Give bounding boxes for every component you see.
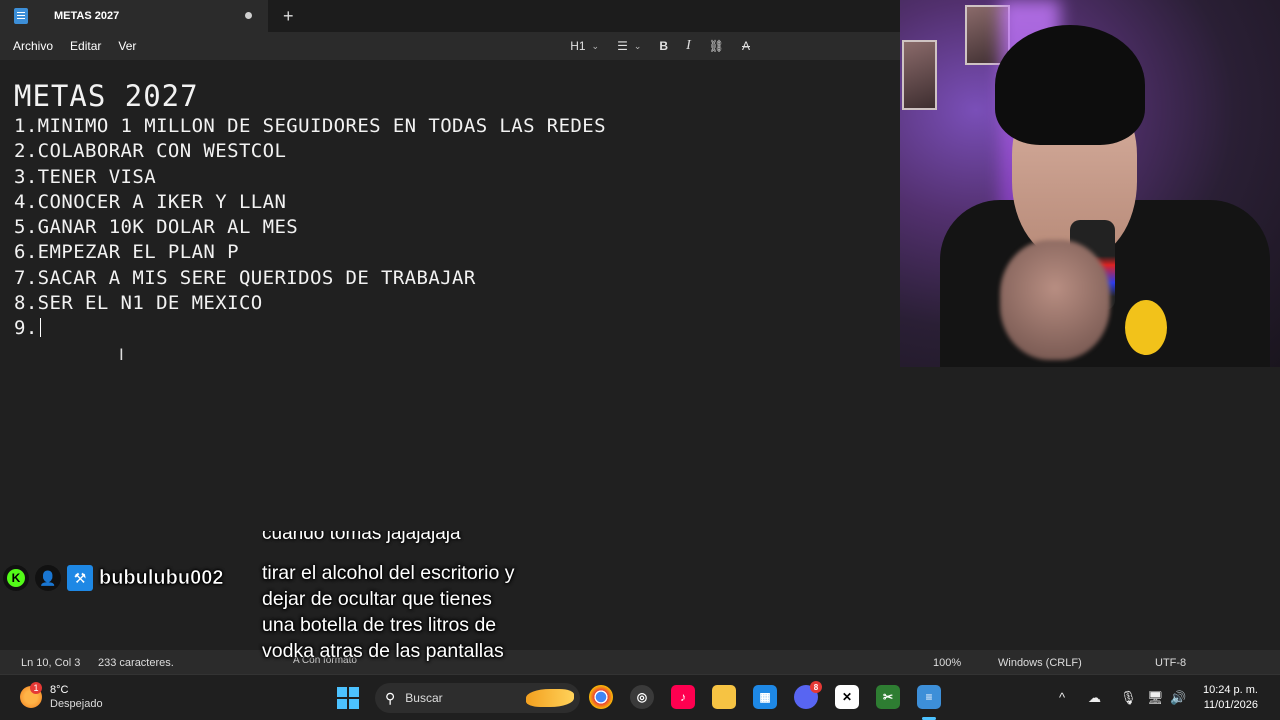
menu-bar: Archivo Editar Ver H1 ⌄ ☰ ⌄ B I ⛓ A [0,32,900,60]
bold-icon: B [659,39,669,53]
clock-time: 10:24 p. m. [1202,684,1258,696]
weather-temperature: 8°C [50,684,69,696]
goal-line: 5.GANAR 10K DOLAR AL MES [14,216,299,239]
capcut-icon[interactable]: ✕ [835,685,859,709]
clear-format-button[interactable]: A [742,39,750,53]
new-tab-button[interactable]: + [283,0,294,32]
user-icon: 👤 [35,565,61,591]
goal-line: 7.SACAR A MIS SERE QUERIDOS DE TRABAJAR [14,266,476,289]
text-caret [39,318,41,338]
notepad-taskbar-icon[interactable]: ≡ [917,685,941,709]
goal-line: 6.EMPEZAR EL PLAN P [14,241,239,264]
search-icon: ⚲ [385,689,396,706]
link-button[interactable]: ⛓ [709,39,724,53]
weather-sun-icon: 1 [20,682,42,708]
goal-line: 2.COLABORAR CON WESTCOL [14,140,287,163]
search-placeholder: Buscar [405,691,443,705]
cursor-position: Ln 10, Col 3 [21,657,81,669]
goal-line: 3.TENER VISA [14,165,157,188]
volume-icon[interactable]: 🔊 [1170,690,1186,706]
taskbar-clock[interactable]: 10:24 p. m. 11/01/2026 [1203,683,1258,713]
char-count: 233 caracteres. [98,657,174,669]
weather-widget[interactable]: 1 8°C Despejado [20,682,103,711]
italic-icon: I [686,38,691,53]
goal-line-current: 9. [14,316,886,341]
chat-previous-fragment: cuando tomas jajajajaja [262,531,522,549]
bold-button[interactable]: B [659,39,668,53]
goal-line: 1.MINIMO 1 MILLON DE SEGUIDORES EN TODAS… [14,115,606,137]
weather-description: Despejado [50,698,103,710]
link-icon: ⛓ [708,39,724,53]
status-bar: Ln 10, Col 3 233 caracteres. 100% Window… [0,650,1280,674]
encoding[interactable]: UTF-8 [1155,657,1186,669]
network-icon[interactable]: 🖥 [1147,690,1164,706]
format-toolbar: H1 ⌄ ☰ ⌄ B I ⛓ A [570,32,750,60]
discord-badge: 8 [810,681,822,693]
tray-overflow-icon[interactable]: ^ [1059,690,1065,705]
tab-title: METAS 2027 [54,10,120,22]
notepad-tab-bar: METAS 2027 + [0,0,900,32]
chat-message: tirar el alcohol del escritorio y dejar … [262,562,515,662]
moderator-hammer-icon: ⚒ [67,565,93,591]
notepad-icon [14,8,28,24]
document-heading: METAS 2027 [14,79,199,113]
discord-icon[interactable]: 8 [794,681,822,709]
streamer-hair [995,25,1145,145]
zoom-level[interactable]: 100% [933,657,961,669]
tab-metas-2027[interactable]: METAS 2027 [0,0,268,32]
snipping-icon[interactable]: ✂ [876,685,900,709]
start-button[interactable] [337,687,359,709]
chevron-down-icon: ⌄ [633,40,642,51]
menu-editar[interactable]: Editar [70,39,101,53]
windows-taskbar: 1 8°C Despejado ⚲ Buscar ◎ ♪ ▦ 8 ✕ ✂ ≡ ^… [0,674,1280,720]
cloud-icon[interactable]: ☁ [1088,690,1101,706]
menu-ver[interactable]: Ver [118,39,136,53]
taskbar-search[interactable]: ⚲ Buscar [375,683,580,713]
italic-button[interactable]: I [686,38,691,54]
file-explorer-icon[interactable] [712,685,736,709]
unsaved-dot-icon[interactable] [245,12,252,19]
search-highlight-icon [526,689,574,707]
kick-logo-icon: K [3,565,29,591]
streamer-hand [1000,240,1110,360]
microphone-icon[interactable]: 🎙 [1120,690,1137,706]
store-icon[interactable]: ▦ [753,685,777,709]
chrome-icon[interactable] [589,685,613,709]
chevron-down-icon: ⌄ [591,40,600,51]
chat-previous-text: cuando tomas jajajajaja [262,531,461,544]
streamer-webcam [900,0,1280,367]
list-icon: ☰ [617,39,628,53]
chat-user-row: K 👤 ⚒ bubulubu002 [3,562,224,594]
menu-archivo[interactable]: Archivo [13,39,53,53]
hoodie-logo [1125,300,1167,355]
list-dropdown[interactable]: ☰ ⌄ [617,39,641,53]
chat-username: bubulubu002 [99,566,224,589]
heading-dropdown[interactable]: H1 ⌄ [570,39,599,53]
goal-line: 8.SER EL N1 DE MEXICO [14,292,263,315]
ibeam-cursor-icon: I [119,345,124,364]
goal-line-number: 9. [14,317,38,340]
clock-date: 11/01/2026 [1203,699,1258,711]
heading-label: H1 [570,39,586,53]
goal-line: 4.CONOCER A IKER Y LLAN [14,190,287,213]
tiktok-icon[interactable]: ♪ [671,685,695,709]
wall-poster [902,40,937,110]
weather-alert-badge: 1 [30,682,42,694]
clear-format-icon: A [741,39,750,53]
line-endings[interactable]: Windows (CRLF) [998,657,1082,669]
obs-icon[interactable]: ◎ [630,685,654,709]
